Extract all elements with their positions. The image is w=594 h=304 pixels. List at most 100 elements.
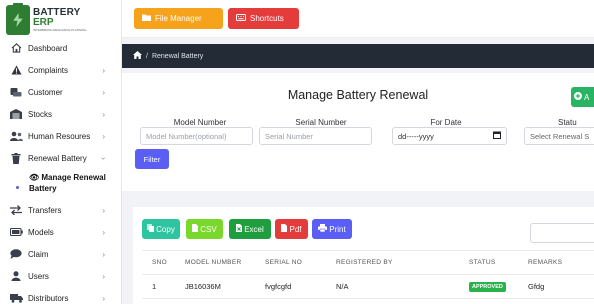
sidebar-item-customer[interactable]: Customer › — [0, 81, 121, 103]
sidebar-item-label: Claim — [28, 249, 49, 259]
table-row[interactable]: 1 JB16036M fvgfcgfd N/A APPROVED Gfdg — [142, 275, 594, 299]
dashboard-icon — [9, 43, 23, 53]
cell-sno: 1 — [152, 282, 157, 291]
serial-number-placeholder: Serial Number — [265, 131, 313, 141]
chevron-right-icon: › — [102, 109, 105, 119]
logo-tagline: INTERBRAND RESOURCE PLANNING — [33, 28, 87, 32]
top-bar: File Manager Shortcuts — [122, 0, 594, 38]
model-number-input[interactable]: Model Number(optional) — [140, 127, 253, 145]
warning-icon — [9, 65, 23, 75]
sidebar-item-label: Dashboard — [28, 43, 68, 53]
chevron-down-icon: › — [99, 156, 109, 160]
chevron-right-icon: › — [102, 87, 105, 97]
sidebar-item-renewal-battery[interactable]: Renewal Battery › — [0, 147, 121, 169]
csv-button[interactable]: CSV — [186, 219, 223, 239]
file-manager-button[interactable]: File Manager — [134, 8, 223, 29]
sidebar-item-transfers[interactable]: Transfers › — [0, 199, 121, 221]
page-title: Manage Battery Renewal — [287, 88, 429, 102]
transfer-icon — [9, 205, 23, 215]
csv-file-icon — [192, 224, 199, 234]
breadcrumb: / Renewal Battery — [122, 44, 594, 68]
renewal-filter-panel: Manage Battery Renewal A Model Number Mo… — [122, 73, 594, 191]
battery-icon — [9, 227, 23, 237]
excel-file-icon — [236, 224, 243, 234]
folder-icon — [142, 14, 151, 23]
sidebar-item-users[interactable]: Users › — [0, 265, 121, 287]
active-dot-icon — [16, 186, 19, 189]
chevron-right-icon: › — [102, 293, 105, 303]
sidebar-subitem-manage-renewal[interactable]: 👁︎ Manage Renewal Battery — [0, 169, 121, 199]
pdf-label: Pdf — [289, 224, 302, 234]
sidebar-item-label: Models — [28, 227, 54, 237]
home-icon[interactable] — [133, 51, 142, 61]
pdf-button[interactable]: Pdf — [275, 219, 308, 239]
column-header-serial-no[interactable]: SERIAL NO — [265, 259, 302, 266]
copy-button[interactable]: Copy — [142, 219, 180, 239]
table-header: SNO MODEL NUMBER SERIAL NO REGISTERED BY… — [142, 250, 594, 275]
keyboard-icon — [236, 14, 246, 23]
csv-label: CSV — [200, 224, 217, 234]
app-logo[interactable]: BATTERY ERP INTERBRAND RESOURCE PLANNING — [0, 0, 121, 36]
sidebar-item-stocks[interactable]: Stocks › — [0, 103, 121, 125]
print-label: Print — [329, 224, 346, 234]
trash-icon — [9, 152, 23, 164]
shortcuts-button[interactable]: Shortcuts — [228, 8, 299, 29]
chevron-right-icon: › — [102, 227, 105, 237]
calendar-icon[interactable] — [493, 131, 501, 141]
chevron-right-icon: › — [102, 131, 105, 141]
add-renewal-label: A — [584, 92, 590, 102]
column-header-model-number[interactable]: MODEL NUMBER — [185, 259, 241, 266]
shortcuts-label: Shortcuts — [250, 14, 284, 23]
column-header-registered-by[interactable]: REGISTERED BY — [336, 259, 393, 266]
cell-remarks: Gfdg — [528, 282, 545, 291]
copy-icon — [147, 224, 155, 234]
column-header-sno[interactable]: SNO — [152, 259, 167, 266]
table-search-input[interactable] — [530, 223, 594, 243]
renewal-table-panel: Copy CSV Excel Pdf Print SNO MODEL NUMBE… — [133, 207, 594, 304]
cell-registered-by: N/A — [336, 282, 349, 291]
column-header-remarks[interactable]: REMARKS — [528, 259, 562, 266]
column-header-status[interactable]: STATUS — [469, 259, 495, 266]
sidebar-item-label: Users — [28, 271, 49, 281]
chevron-right-icon: › — [102, 271, 105, 281]
sidebar-item-complaints[interactable]: Complaints › — [0, 59, 121, 81]
sidebar-item-label: Stocks — [28, 109, 53, 119]
renewal-status-select[interactable]: Select Renewal S — [524, 127, 594, 145]
sidebar-item-human-resources[interactable]: Human Resoures › — [0, 125, 121, 147]
plus-circle-icon — [574, 92, 582, 102]
excel-button[interactable]: Excel — [229, 219, 271, 239]
serial-number-input[interactable]: Serial Number — [259, 127, 372, 145]
renewal-status-value: Select Renewal S — [530, 131, 590, 141]
print-button[interactable]: Print — [312, 219, 352, 239]
breadcrumb-current: Renewal Battery — [151, 52, 204, 60]
people-icon — [9, 131, 23, 141]
for-date-label: For Date — [430, 118, 462, 127]
sidebar: BATTERY ERP INTERBRAND RESOURCE PLANNING… — [0, 0, 122, 304]
sidebar-item-label: Distributors — [28, 293, 69, 303]
chat-icon — [9, 249, 23, 259]
status-badge: APPROVED — [469, 281, 506, 292]
model-number-label: Model Number — [173, 118, 227, 127]
cell-serial-no: fvgfcgfd — [265, 282, 292, 291]
file-manager-label: File Manager — [155, 14, 202, 23]
for-date-input[interactable]: dd-----yyyy — [392, 127, 507, 145]
excel-label: Excel — [244, 224, 264, 234]
sidebar-item-label: Renewal Battery — [28, 153, 87, 163]
sidebar-item-claim[interactable]: Claim › — [0, 243, 121, 265]
sidebar-item-distributors[interactable]: Distributors › — [0, 287, 121, 304]
printer-icon — [318, 224, 328, 234]
logo-subtitle: ERP — [33, 17, 54, 28]
copy-label: Copy — [156, 224, 175, 234]
for-date-placeholder: dd-----yyyy — [398, 131, 434, 141]
add-renewal-button[interactable]: A — [571, 87, 594, 107]
breadcrumb-separator: / — [146, 52, 148, 60]
sidebar-item-dashboard[interactable]: Dashboard — [0, 37, 121, 59]
eye-icon: 👁︎ — [29, 173, 42, 182]
status-label: Statu — [558, 118, 577, 127]
truck-icon — [9, 293, 23, 303]
warehouse-icon — [9, 109, 23, 119]
pdf-file-icon — [281, 224, 288, 234]
sidebar-item-label: Transfers — [28, 205, 62, 215]
filter-button[interactable]: Filter — [135, 149, 169, 169]
sidebar-item-models[interactable]: Models › — [0, 221, 121, 243]
